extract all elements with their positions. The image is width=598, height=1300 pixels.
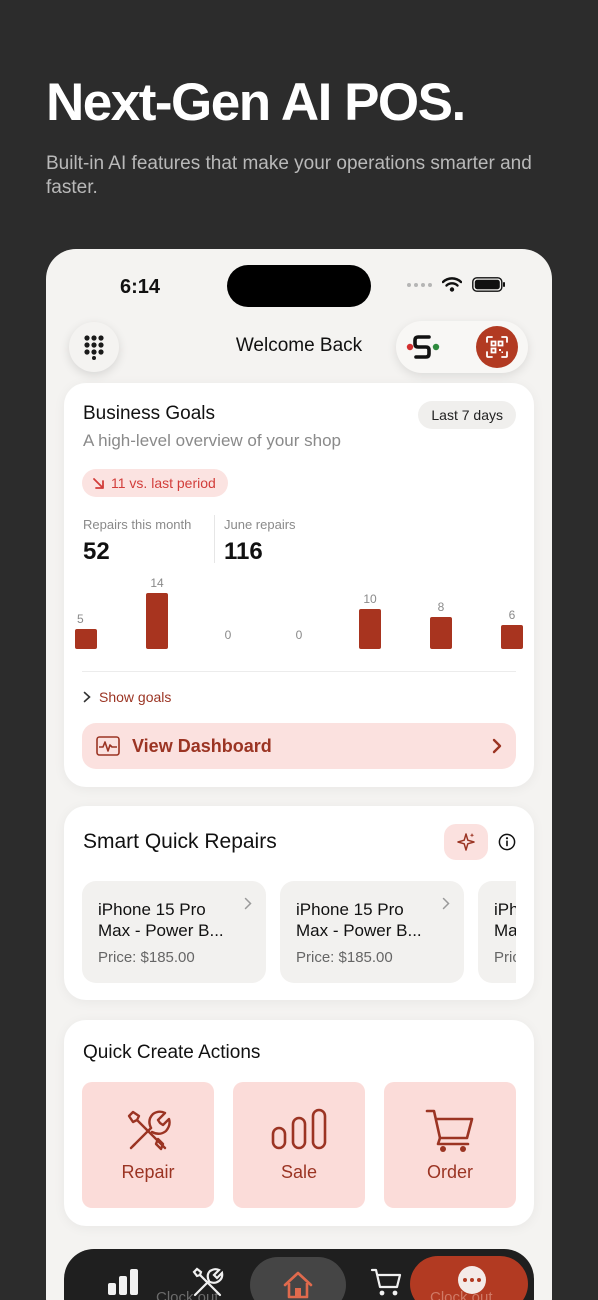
chevron-right-icon <box>83 691 91 703</box>
chart-data-label: 5 <box>77 612 84 626</box>
chevron-right-icon <box>244 897 252 910</box>
create-repair-label: Repair <box>121 1162 175 1182</box>
trend-text: 11 vs. last period <box>111 475 216 491</box>
smart-quick-repairs-card: Smart Quick Repairs iPhone 15 Pro Max - … <box>64 806 534 1000</box>
tab-reports-icon[interactable] <box>106 1267 140 1297</box>
create-sale-button[interactable]: Sale <box>233 1082 365 1208</box>
stat-label-repairs-month: Repairs this month <box>83 517 192 532</box>
chart-bar <box>501 625 523 649</box>
repair-item[interactable]: iPhone 15 Pro Max - Power B... Price: $1… <box>478 881 516 983</box>
wifi-icon <box>442 277 462 292</box>
business-goals-subtitle: A high-level overview of your shop <box>83 431 341 450</box>
divider <box>82 671 516 672</box>
cart-icon <box>425 1109 474 1152</box>
chart-data-label: 10 <box>363 592 377 606</box>
repairs-bar-chart: 5 14 0 0 10 8 6 <box>75 576 523 649</box>
chart-data-label: 6 <box>509 608 516 622</box>
chart-bar <box>75 629 97 649</box>
stat-label-june-repairs: June repairs <box>224 517 296 532</box>
chevron-right-icon <box>492 738 502 754</box>
qr-scan-icon <box>486 336 508 358</box>
stat-divider <box>214 515 215 563</box>
create-order-label: Order <box>426 1162 473 1182</box>
activity-monitor-icon <box>96 736 120 756</box>
create-repair-button[interactable]: Repair <box>82 1082 214 1208</box>
status-icons <box>407 277 506 292</box>
date-range-selector[interactable]: Last 7 days <box>418 401 516 429</box>
info-icon[interactable] <box>498 833 516 851</box>
repair-item-price: Price: $185.00 <box>98 949 195 966</box>
trend-badge: 11 vs. last period <box>82 469 228 497</box>
status-time: 6:14 <box>120 276 161 298</box>
more-icon <box>458 1266 486 1294</box>
chart-data-label: 8 <box>438 600 445 614</box>
stat-value-june-repairs: 116 <box>224 538 263 565</box>
view-dashboard-button[interactable]: View Dashboard <box>82 723 516 769</box>
repair-item-name: iPhone 15 Pro Max - Power B... <box>296 900 422 940</box>
bar-chart-icon <box>271 1108 327 1150</box>
repair-item-price: Price: $185.00 <box>296 949 393 966</box>
clock-out-button[interactable]: Clock out <box>410 1256 528 1300</box>
phone-screen: 6:14 Welcome Back Business Goals A high-… <box>46 249 552 1300</box>
tab-cart-icon[interactable] <box>370 1267 402 1297</box>
repair-item-name: iPhone 15 Pro Max - Power B... <box>98 900 224 940</box>
ai-suggest-button[interactable] <box>444 824 488 860</box>
cellular-icon <box>407 282 432 287</box>
qr-scan-button[interactable] <box>476 326 518 368</box>
hero-subtitle: Built-in AI features that make your oper… <box>46 153 532 198</box>
quick-create-actions-card: Quick Create Actions Repair Sale Order <box>64 1020 534 1226</box>
tools-icon <box>127 1110 171 1151</box>
chart-bar <box>146 593 168 649</box>
chevron-right-icon <box>442 897 450 910</box>
repair-item-name: iPhone 15 Pro Max - Power B... <box>494 900 516 940</box>
repair-item[interactable]: iPhone 15 Pro Max - Power B... Price: $1… <box>82 881 266 983</box>
brand-logo-icon[interactable] <box>406 331 440 363</box>
clock-out-ghost-label: Clock out <box>430 1289 493 1300</box>
business-goals-title: Business Goals <box>83 403 216 424</box>
show-goals-toggle[interactable]: Show goals <box>83 689 171 705</box>
home-icon <box>283 1271 313 1299</box>
chart-data-label: 14 <box>150 576 164 590</box>
sparkle-icon <box>457 833 475 851</box>
trend-down-icon <box>93 477 104 489</box>
chart-data-label: 0 <box>296 628 303 642</box>
hero-title: Next-Gen AI POS. <box>46 73 466 132</box>
create-sale-label: Sale <box>280 1162 318 1182</box>
bottom-tab-bar: Clock out Clock out <box>64 1249 534 1300</box>
repair-carousel[interactable]: iPhone 15 Pro Max - Power B... Price: $1… <box>82 881 516 983</box>
chart-data-label: 0 <box>225 628 232 642</box>
battery-icon <box>472 277 505 292</box>
chart-bar <box>359 609 381 649</box>
repair-item[interactable]: iPhone 15 Pro Max - Power B... Price: $1… <box>280 881 464 983</box>
stat-value-repairs-month: 52 <box>83 538 110 565</box>
view-dashboard-label: View Dashboard <box>132 735 272 756</box>
quick-actions-title: Quick Create Actions <box>83 1042 261 1063</box>
chart-bar <box>430 617 452 649</box>
business-goals-card: Business Goals A high-level overview of … <box>64 383 534 787</box>
tab-home[interactable] <box>250 1257 346 1300</box>
smart-repairs-title: Smart Quick Repairs <box>83 830 277 853</box>
show-goals-label: Show goals <box>99 689 172 705</box>
create-order-button[interactable]: Order <box>384 1082 516 1208</box>
repair-item-price: Price: $185.00 <box>494 949 516 966</box>
tab-repairs-icon[interactable] <box>192 1267 224 1297</box>
header-actions <box>396 321 528 373</box>
dynamic-island <box>227 265 371 307</box>
